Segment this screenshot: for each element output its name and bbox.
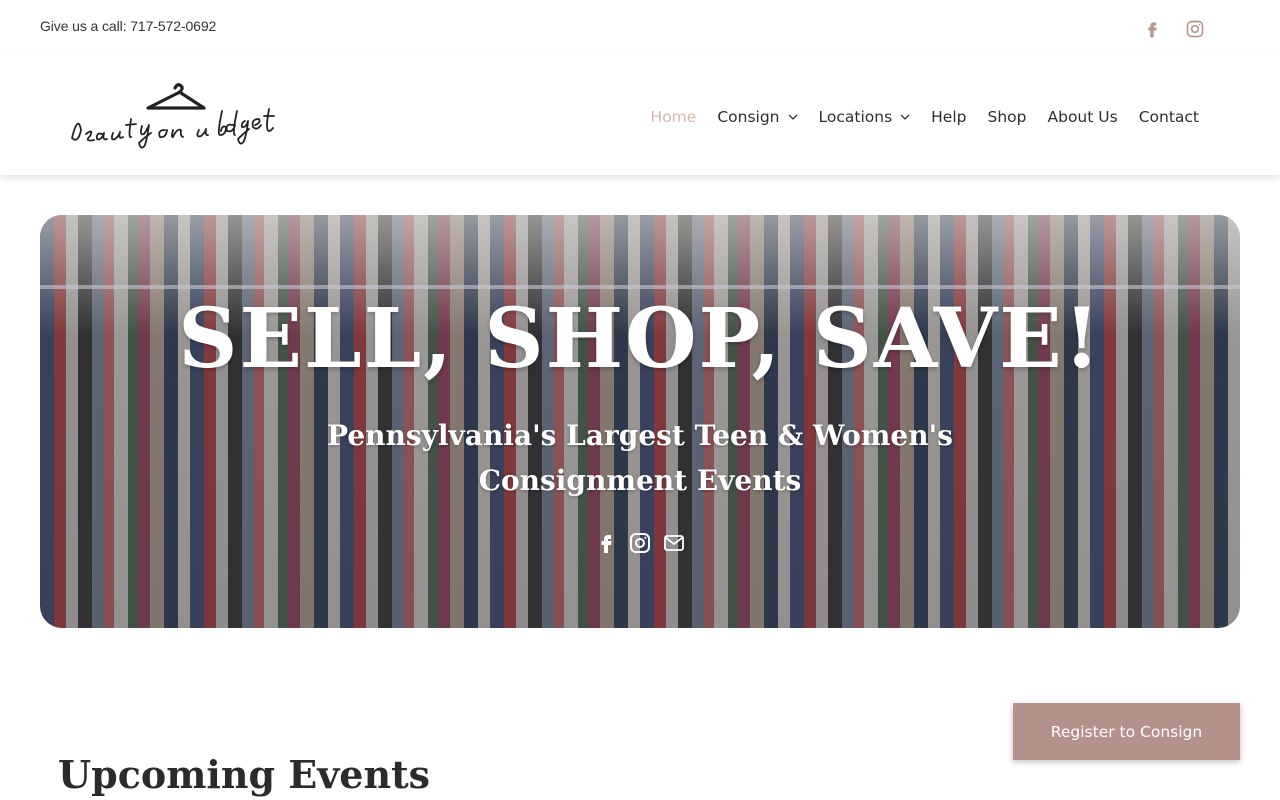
nav-item-home[interactable]: Home: [651, 108, 697, 126]
instagram-icon[interactable]: [628, 531, 652, 555]
nav-item-label: Shop: [987, 108, 1027, 126]
nav-item-locations[interactable]: Locations: [819, 108, 911, 126]
nav-item-about-us[interactable]: About Us: [1048, 108, 1118, 126]
nav-item-shop[interactable]: Shop: [988, 108, 1027, 126]
nav-item-label: Contact: [1138, 108, 1199, 126]
facebook-icon[interactable]: [594, 531, 618, 555]
main-nav: Home Consign Locations Help Shop About U…: [630, 108, 1199, 126]
nav-item-label: Consign: [717, 108, 780, 126]
instagram-icon[interactable]: [1183, 17, 1207, 41]
facebook-icon[interactable]: [1140, 17, 1164, 41]
nav-item-consign[interactable]: Consign: [717, 108, 797, 126]
top-bar: Give us a call: 717-572-0692: [0, 0, 1280, 56]
site-logo[interactable]: [62, 78, 292, 162]
register-to-consign-button[interactable]: Register to Consign: [1013, 703, 1240, 760]
hero-social-icons: [594, 531, 696, 555]
clothing-rack-graphic: [40, 285, 1240, 289]
chevron-down-icon: [788, 112, 798, 122]
nav-item-label: Help: [931, 108, 967, 126]
upcoming-events-heading: Upcoming Events: [58, 752, 431, 797]
site-header: Home Consign Locations Help Shop About U…: [0, 56, 1280, 175]
hero-title: SELL, SHOP, SAVE!: [178, 291, 1102, 387]
hero-banner: SELL, SHOP, SAVE! Pennsylvania's Largest…: [40, 215, 1240, 628]
call-text: Give us a call: 717-572-0692: [40, 18, 217, 34]
email-icon[interactable]: [662, 531, 686, 555]
nav-item-label: Home: [650, 108, 697, 126]
nav-item-help[interactable]: Help: [931, 108, 966, 126]
nav-item-label: Locations: [818, 108, 893, 126]
nav-item-label: About Us: [1047, 108, 1118, 126]
nav-item-contact[interactable]: Contact: [1139, 108, 1199, 126]
hero-subtitle: Pennsylvania's Largest Teen & Women's Co…: [327, 419, 953, 497]
chevron-down-icon: [900, 112, 910, 122]
